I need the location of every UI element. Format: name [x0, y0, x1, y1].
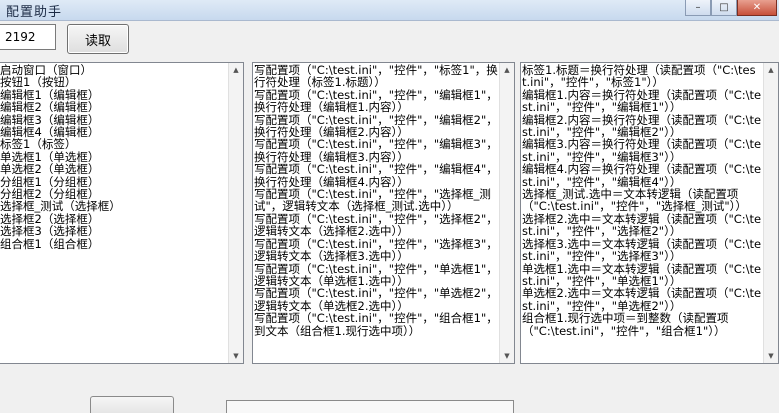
write-code-pane[interactable]: 写配置项（"C:\test.ini"，"控件"，"标签1"，换行符处理（标签1.…: [252, 62, 515, 364]
window-title: 配置助手: [6, 5, 63, 20]
read-button[interactable]: 读取: [67, 24, 129, 54]
read-code-text[interactable]: 标签1.标题＝换行符处理（读配置项（"C:\test.ini"，"控件"，"标签…: [521, 63, 764, 363]
scroll-up-arrow-icon[interactable]: ▲: [764, 63, 778, 77]
write-code-text[interactable]: 写配置项（"C:\test.ini"，"控件"，"标签1"，换行符处理（标签1.…: [253, 63, 500, 363]
minimize-button[interactable]: –: [685, 0, 711, 16]
scroll-up-arrow-icon[interactable]: ▲: [500, 63, 514, 77]
maximize-button[interactable]: □: [711, 0, 737, 16]
caption-buttons: – □ ✕: [685, 0, 777, 18]
scroll-down-arrow-icon[interactable]: ▼: [764, 349, 778, 363]
title-bar: 配置助手 – □ ✕: [0, 0, 779, 21]
bottom-button[interactable]: [90, 396, 174, 413]
scroll-up-arrow-icon[interactable]: ▲: [229, 63, 243, 77]
left-scrollbar[interactable]: ▲ ▼: [228, 63, 243, 363]
control-list-pane[interactable]: 启动窗口（窗口） 按钮1（按钮） 编辑框1（编辑框） 编辑框2（编辑框） 编辑框…: [0, 62, 244, 364]
right-scrollbar[interactable]: ▲ ▼: [763, 63, 778, 363]
control-list-text[interactable]: 启动窗口（窗口） 按钮1（按钮） 编辑框1（编辑框） 编辑框2（编辑框） 编辑框…: [0, 63, 229, 363]
close-button[interactable]: ✕: [737, 0, 777, 16]
id-input[interactable]: [0, 24, 56, 50]
middle-scrollbar[interactable]: ▲ ▼: [499, 63, 514, 363]
scroll-down-arrow-icon[interactable]: ▼: [229, 349, 243, 363]
scroll-down-arrow-icon[interactable]: ▼: [500, 349, 514, 363]
read-code-pane[interactable]: 标签1.标题＝换行符处理（读配置项（"C:\test.ini"，"控件"，"标签…: [520, 62, 779, 364]
